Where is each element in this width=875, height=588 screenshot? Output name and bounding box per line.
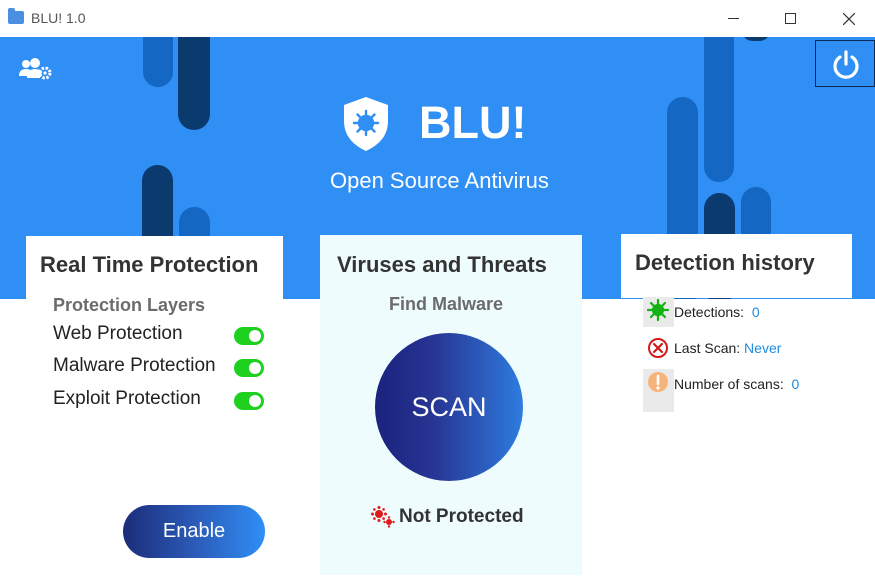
minimize-button[interactable] bbox=[710, 0, 756, 37]
brand-name: BLU! bbox=[419, 97, 527, 148]
maximize-icon bbox=[784, 13, 796, 25]
exploit-protection-row: Exploit Protection bbox=[53, 388, 273, 414]
web-protection-toggle[interactable] bbox=[234, 327, 264, 345]
toggle-knob bbox=[249, 362, 261, 374]
detection-history-title: Detection history bbox=[635, 250, 815, 275]
window-title: BLU! 1.0 bbox=[31, 10, 86, 26]
last-scan-value: Never bbox=[744, 340, 782, 356]
power-button[interactable] bbox=[815, 40, 875, 87]
decor-pill bbox=[741, 37, 771, 41]
malware-protection-toggle[interactable] bbox=[234, 359, 264, 377]
close-icon bbox=[842, 12, 856, 26]
toggle-knob bbox=[249, 330, 261, 342]
status-text: Not Protected bbox=[399, 506, 524, 527]
maximize-button[interactable] bbox=[767, 0, 813, 37]
toggle-knob bbox=[249, 395, 261, 407]
minimize-icon bbox=[727, 18, 739, 20]
scan-button[interactable]: SCAN bbox=[375, 333, 523, 481]
brand-subtitle: Open Source Antivirus bbox=[330, 168, 549, 193]
warning-icon bbox=[643, 369, 674, 412]
close-button[interactable] bbox=[826, 0, 872, 37]
enable-button[interactable]: Enable bbox=[123, 505, 265, 558]
folder-icon bbox=[8, 8, 24, 24]
web-protection-row: Web Protection bbox=[53, 323, 273, 349]
shield-virus-icon bbox=[340, 95, 392, 158]
title-bar: BLU! 1.0 bbox=[0, 0, 875, 37]
decor-pill bbox=[143, 37, 173, 87]
viruses-threats-title: Viruses and Threats bbox=[337, 252, 547, 277]
detections-value: 0 bbox=[751, 304, 760, 320]
protection-layers-heading: Protection Layers bbox=[53, 295, 206, 315]
malware-protection-label: Malware Protection bbox=[53, 355, 216, 376]
find-malware-heading: Find Malware bbox=[389, 294, 504, 314]
exploit-protection-toggle[interactable] bbox=[234, 392, 264, 410]
error-icon bbox=[643, 333, 674, 363]
detections-label: Detections: 0 bbox=[674, 304, 760, 320]
scan-count-row: Number of scans: 0 bbox=[643, 369, 843, 412]
real-time-protection-title: Real Time Protection bbox=[40, 252, 259, 277]
virus-icon bbox=[643, 297, 674, 327]
scan-count-label: Number of scans: 0 bbox=[674, 376, 800, 392]
malware-protection-row: Malware Protection bbox=[53, 355, 273, 381]
web-protection-label: Web Protection bbox=[53, 323, 183, 344]
power-icon bbox=[833, 50, 859, 79]
last-scan-row: Last Scan: Never bbox=[643, 333, 843, 363]
last-scan-label: Last Scan: Never bbox=[674, 340, 782, 356]
decor-pill bbox=[704, 37, 734, 182]
scan-count-value: 0 bbox=[791, 376, 800, 392]
decor-pill bbox=[178, 37, 210, 130]
virus-warning-icon bbox=[371, 506, 395, 528]
detections-row: Detections: 0 bbox=[643, 297, 843, 327]
exploit-protection-label: Exploit Protection bbox=[53, 388, 201, 409]
users-gear-icon[interactable] bbox=[18, 58, 52, 80]
